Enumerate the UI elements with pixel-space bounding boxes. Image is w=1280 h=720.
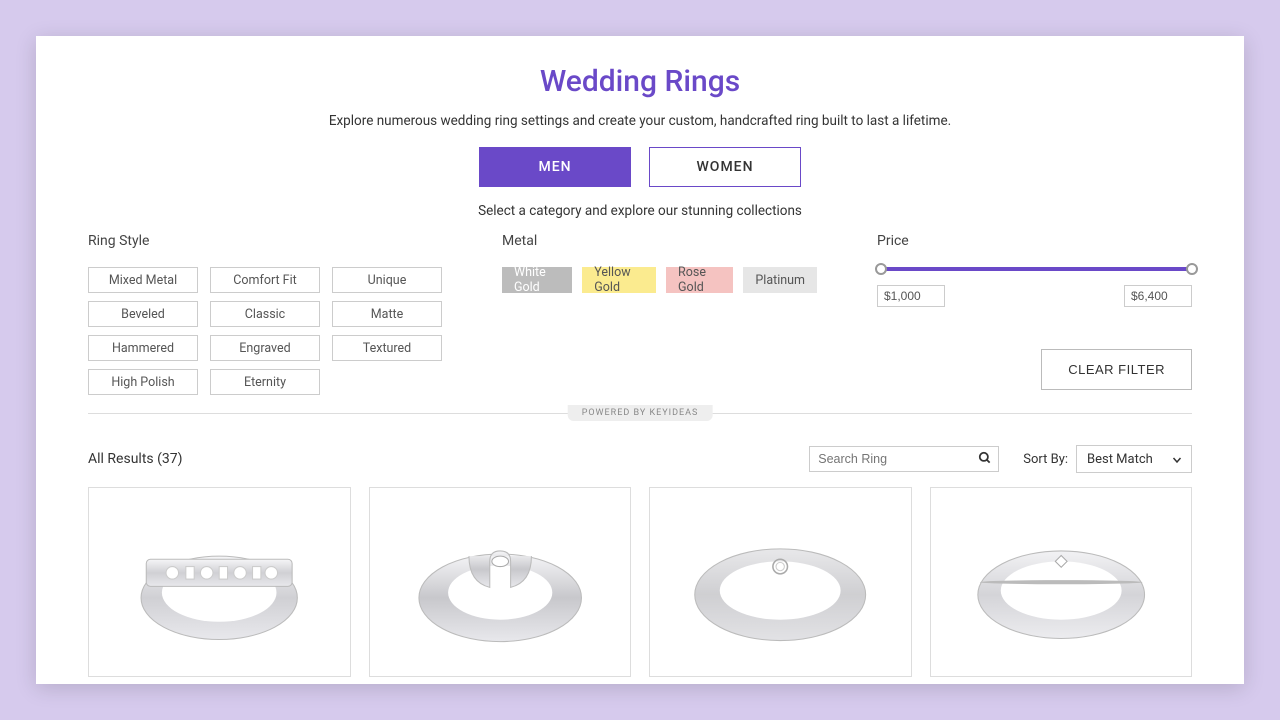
style-option[interactable]: Comfort Fit bbox=[210, 267, 320, 293]
style-option[interactable]: Classic bbox=[210, 301, 320, 327]
metal-option[interactable]: Yellow Gold bbox=[582, 267, 656, 293]
style-option[interactable]: Hammered bbox=[88, 335, 198, 361]
ring-image bbox=[396, 507, 604, 657]
main-container: Wedding Rings Explore numerous wedding r… bbox=[36, 36, 1244, 684]
price-slider-max-handle[interactable] bbox=[1186, 263, 1198, 275]
style-option[interactable]: High Polish bbox=[88, 369, 198, 395]
ring-image bbox=[115, 507, 323, 657]
metal-option[interactable]: Rose Gold bbox=[666, 267, 733, 293]
search-icon[interactable] bbox=[978, 451, 992, 465]
price-max-input[interactable] bbox=[1124, 285, 1192, 307]
results-bar: All Results (37) Sort By: Best Match bbox=[88, 445, 1192, 473]
results-count: All Results (37) bbox=[88, 451, 809, 467]
search-input[interactable] bbox=[809, 446, 999, 472]
metal-options-row: White Gold Yellow Gold Rose Gold Platinum bbox=[502, 267, 817, 293]
product-card[interactable] bbox=[88, 487, 351, 677]
price-slider-min-handle[interactable] bbox=[875, 263, 887, 275]
ring-style-grid: Mixed Metal Comfort Fit Unique Beveled Class… bbox=[88, 267, 442, 395]
metal-option[interactable]: Platinum bbox=[743, 267, 817, 293]
gender-tabs: MEN WOMEN bbox=[88, 147, 1192, 187]
sort-by-label: Sort By: bbox=[1023, 452, 1068, 467]
select-category-text: Select a category and explore our stunni… bbox=[88, 203, 1192, 219]
clear-filter-button[interactable]: CLEAR FILTER bbox=[1041, 349, 1192, 390]
price-inputs bbox=[877, 285, 1192, 307]
tab-men[interactable]: MEN bbox=[479, 147, 631, 187]
product-card[interactable] bbox=[369, 487, 632, 677]
style-option[interactable]: Eternity bbox=[210, 369, 320, 395]
divider: POWERED BY KEYIDEAS bbox=[88, 403, 1192, 423]
filter-metal: Metal White Gold Yellow Gold Rose Gold Plat… bbox=[502, 233, 817, 395]
ring-image bbox=[676, 507, 884, 657]
metal-option[interactable]: White Gold bbox=[502, 267, 572, 293]
page-subtitle: Explore numerous wedding ring settings a… bbox=[88, 113, 1192, 129]
page-title: Wedding Rings bbox=[88, 64, 1192, 99]
style-option[interactable]: Textured bbox=[332, 335, 442, 361]
ring-image bbox=[957, 507, 1165, 657]
style-option[interactable]: Matte bbox=[332, 301, 442, 327]
ring-style-label: Ring Style bbox=[88, 233, 442, 249]
style-option[interactable]: Mixed Metal bbox=[88, 267, 198, 293]
price-min-input[interactable] bbox=[877, 285, 945, 307]
metal-label: Metal bbox=[502, 233, 817, 249]
sort-select[interactable]: Best Match bbox=[1076, 445, 1192, 473]
chevron-down-icon bbox=[1171, 454, 1183, 466]
tab-women[interactable]: WOMEN bbox=[649, 147, 801, 187]
style-option[interactable]: Unique bbox=[332, 267, 442, 293]
filter-ring-style: Ring Style Mixed Metal Comfort Fit Unique B… bbox=[88, 233, 442, 395]
price-label: Price bbox=[877, 233, 1192, 249]
product-card[interactable] bbox=[649, 487, 912, 677]
product-card[interactable] bbox=[930, 487, 1193, 677]
filter-price: Price CLEAR FILTER bbox=[877, 233, 1192, 395]
search-wrap bbox=[809, 446, 999, 472]
price-slider[interactable] bbox=[877, 267, 1192, 271]
powered-by-badge: POWERED BY KEYIDEAS bbox=[568, 405, 713, 421]
style-option[interactable]: Engraved bbox=[210, 335, 320, 361]
style-option[interactable]: Beveled bbox=[88, 301, 198, 327]
product-grid bbox=[88, 487, 1192, 677]
sort-selected-value: Best Match bbox=[1087, 452, 1153, 467]
filters-row: Ring Style Mixed Metal Comfort Fit Unique B… bbox=[88, 233, 1192, 395]
